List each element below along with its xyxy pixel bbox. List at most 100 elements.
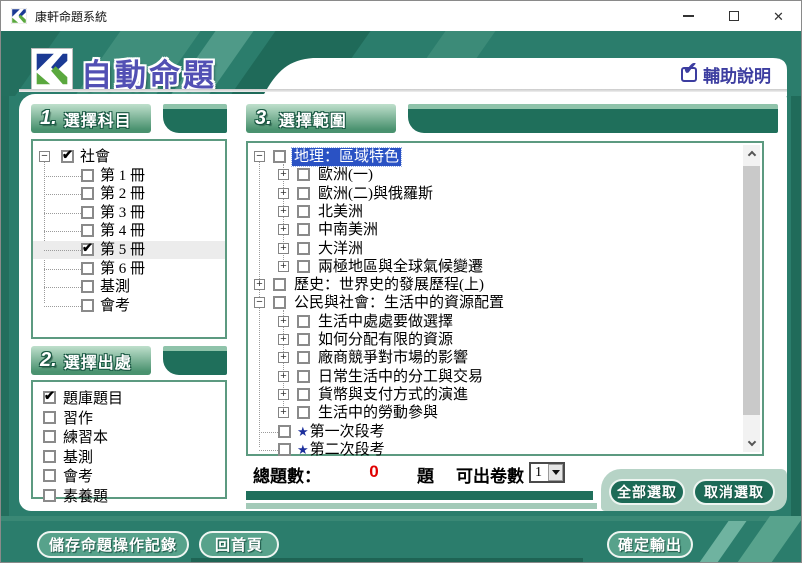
checkbox[interactable] bbox=[297, 223, 310, 236]
save-log-button[interactable]: 儲存命題操作記錄 bbox=[37, 531, 189, 558]
list-item-label[interactable]: 會考 bbox=[63, 465, 93, 486]
checkbox[interactable] bbox=[43, 469, 56, 482]
collapse-toggle[interactable]: − bbox=[254, 151, 265, 162]
checkbox[interactable] bbox=[81, 169, 94, 182]
expand-toggle[interactable]: + bbox=[278, 316, 289, 327]
list-item-label[interactable]: 基測 bbox=[63, 446, 93, 467]
expand-toggle[interactable]: + bbox=[278, 188, 289, 199]
list-item-label[interactable]: 習作 bbox=[63, 407, 93, 428]
expand-toggle[interactable]: + bbox=[278, 206, 289, 217]
list-item-label[interactable]: 素養題 bbox=[63, 485, 108, 506]
collapse-toggle[interactable]: − bbox=[39, 151, 50, 162]
expand-toggle[interactable]: + bbox=[278, 261, 289, 272]
scrollbar[interactable] bbox=[743, 145, 760, 452]
close-button[interactable]: ✕ bbox=[756, 1, 801, 31]
tree-item-label[interactable]: 第 3 冊 bbox=[98, 204, 147, 222]
tree-item-label[interactable]: 第 2 冊 bbox=[98, 185, 147, 203]
checkbox[interactable] bbox=[273, 278, 286, 291]
tree-item-label[interactable]: 如何分配有限的資源 bbox=[316, 331, 455, 349]
checkbox[interactable] bbox=[273, 296, 286, 309]
expand-toggle[interactable]: + bbox=[278, 243, 289, 254]
tree-row: + 兩極地區與全球氣候變遷 bbox=[248, 258, 742, 276]
minimize-button[interactable] bbox=[666, 1, 711, 31]
checkbox[interactable]: ✔ bbox=[43, 391, 56, 404]
checkbox[interactable] bbox=[81, 299, 94, 312]
expand-toggle[interactable]: + bbox=[278, 224, 289, 235]
checkbox[interactable] bbox=[297, 205, 310, 218]
confirm-output-button[interactable]: 確定輸出 bbox=[607, 531, 693, 558]
tree-item-label[interactable]: 會考 bbox=[98, 297, 132, 315]
paper-count-dropdown[interactable]: 1 bbox=[529, 462, 565, 483]
tree-item-label[interactable]: 歷史：世界史的發展歷程(上) bbox=[292, 276, 486, 294]
tree-item-label[interactable]: 大洋洲 bbox=[316, 240, 365, 258]
maximize-icon bbox=[729, 11, 739, 21]
checkbox[interactable] bbox=[297, 168, 310, 181]
checkbox[interactable] bbox=[43, 430, 56, 443]
checkbox[interactable]: ✔ bbox=[61, 150, 74, 163]
checkbox[interactable] bbox=[81, 206, 94, 219]
tree-item-label[interactable]: ★第二次段考 bbox=[295, 441, 387, 459]
checkbox[interactable] bbox=[81, 280, 94, 293]
home-button[interactable]: 回首頁 bbox=[199, 531, 279, 558]
checkbox[interactable] bbox=[297, 315, 310, 328]
help-button[interactable]: ✔ 輔助說明 bbox=[681, 62, 771, 87]
list-item-label[interactable]: 題庫題目 bbox=[63, 387, 123, 408]
expand-toggle[interactable]: + bbox=[254, 279, 265, 290]
checkbox[interactable]: ✔ bbox=[81, 243, 94, 256]
checkbox[interactable] bbox=[43, 411, 56, 424]
tree-item-label[interactable]: 第 4 冊 bbox=[98, 222, 147, 240]
tree-item-label[interactable]: 第 6 冊 bbox=[98, 260, 147, 278]
checkbox[interactable] bbox=[278, 425, 291, 438]
tree-item-label[interactable]: 貨幣與支付方式的演進 bbox=[316, 386, 470, 404]
tree-item-label[interactable]: 公民與社會：生活中的資源配置 bbox=[292, 294, 506, 312]
checkbox[interactable] bbox=[43, 450, 56, 463]
checkbox[interactable] bbox=[297, 406, 310, 419]
tree-item-label[interactable]: 廠商競爭對市場的影響 bbox=[316, 349, 470, 367]
tree-item-label[interactable]: 兩極地區與全球氣候變遷 bbox=[316, 258, 485, 276]
deselect-all-button[interactable]: 取消選取 bbox=[693, 479, 775, 505]
checkbox[interactable] bbox=[297, 187, 310, 200]
expand-toggle[interactable]: + bbox=[278, 334, 289, 345]
select-all-button[interactable]: 全部選取 bbox=[609, 479, 685, 505]
checkbox[interactable] bbox=[43, 489, 56, 502]
scrollbar-thumb[interactable] bbox=[743, 166, 760, 415]
tree-item-label[interactable]: 第 1 冊 bbox=[98, 167, 147, 185]
tree-item-label[interactable]: ★第一次段考 bbox=[295, 423, 387, 441]
tree-item-label[interactable]: 基測 bbox=[98, 278, 132, 296]
expand-toggle[interactable]: + bbox=[278, 407, 289, 418]
scroll-down-button[interactable] bbox=[743, 435, 760, 452]
minimize-icon bbox=[683, 15, 694, 17]
tree-row: + 北美洲 bbox=[248, 203, 742, 221]
tree-item-label[interactable]: 中南美洲 bbox=[316, 221, 380, 239]
checkbox[interactable] bbox=[81, 224, 94, 237]
checkbox[interactable] bbox=[297, 242, 310, 255]
expand-toggle[interactable]: + bbox=[278, 169, 289, 180]
checkbox[interactable] bbox=[81, 187, 94, 200]
tree-item-label[interactable]: 北美洲 bbox=[316, 203, 365, 221]
checkbox[interactable] bbox=[278, 443, 291, 456]
tree-item-label[interactable]: 地理：區域特色 bbox=[292, 148, 401, 166]
scroll-up-button[interactable] bbox=[743, 145, 760, 162]
dropdown-button[interactable] bbox=[548, 464, 563, 481]
checkbox[interactable] bbox=[81, 262, 94, 275]
tree-item-label[interactable]: 生活中的勞動參與 bbox=[316, 404, 440, 422]
tree-item-label[interactable]: 歐洲(一) bbox=[316, 166, 375, 184]
expand-toggle[interactable]: + bbox=[278, 352, 289, 363]
tree-item-label[interactable]: 社會 bbox=[78, 148, 112, 166]
tree-row: 會考 bbox=[33, 297, 225, 315]
checkbox[interactable] bbox=[297, 370, 310, 383]
checkbox[interactable] bbox=[273, 150, 286, 163]
checkbox[interactable] bbox=[297, 260, 310, 273]
expand-toggle[interactable]: + bbox=[278, 389, 289, 400]
maximize-button[interactable] bbox=[711, 1, 756, 31]
tree-item-label[interactable]: 歐洲(二)與俄羅斯 bbox=[316, 185, 435, 203]
tree-item-label[interactable]: 生活中處處要做選擇 bbox=[316, 313, 455, 331]
checkbox[interactable] bbox=[297, 333, 310, 346]
collapse-toggle[interactable]: − bbox=[254, 297, 265, 308]
checkbox[interactable] bbox=[297, 351, 310, 364]
list-item-label[interactable]: 練習本 bbox=[63, 426, 108, 447]
checkbox[interactable] bbox=[297, 388, 310, 401]
tree-item-label[interactable]: 日常生活中的分工與交易 bbox=[316, 368, 485, 386]
expand-toggle[interactable]: + bbox=[278, 371, 289, 382]
tree-item-label[interactable]: 第 5 冊 bbox=[98, 241, 147, 259]
